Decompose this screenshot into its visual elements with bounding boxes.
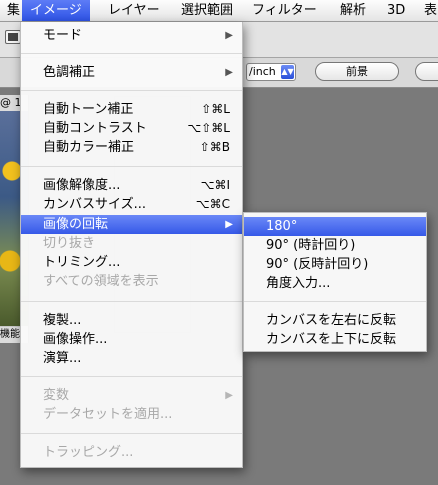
- submenu-item-label: 角度入力...: [266, 276, 331, 291]
- menu-edit[interactable]: 集: [0, 0, 22, 21]
- menu-item-trap: トラッピング...: [21, 443, 242, 462]
- menu-item-image-size[interactable]: 画像解像度... ⌥⌘I: [21, 176, 242, 195]
- rotate-submenu: 180° 90° (時計回り) 90° (反時計回り) 角度入力... カンバス…: [243, 212, 427, 352]
- menu-item-label: 複製...: [43, 313, 82, 328]
- menu-item-apply-data-set: データセットを適用...: [21, 405, 242, 424]
- menu-item-label: 自動カラー補正: [43, 140, 135, 155]
- menu-image[interactable]: イメージ: [22, 0, 90, 21]
- menu-item-label: 画像の回転: [43, 217, 109, 232]
- menu-item-apply-image[interactable]: 画像操作...: [21, 330, 242, 349]
- menu-item-label: 画像操作...: [43, 332, 108, 347]
- menu-item-label: 自動コントラスト: [43, 121, 147, 136]
- menu-item-label: 色調補正: [43, 65, 96, 80]
- resolution-unit-select[interactable]: /inch ▲▼: [246, 63, 296, 81]
- menu-filter[interactable]: フィルター: [248, 0, 321, 21]
- submenu-item-90-cw[interactable]: 90° (時計回り): [244, 236, 426, 255]
- menu-separator: [21, 53, 242, 54]
- menu-item-shortcut: ⇧⌘L: [201, 102, 230, 116]
- menu-item-mode[interactable]: モード ▶: [21, 26, 242, 45]
- menu-item-label: トリミング...: [43, 255, 121, 270]
- menu-separator: [21, 433, 242, 434]
- menu-item-label: モード: [43, 28, 83, 43]
- submenu-item-arbitrary[interactable]: 角度入力...: [244, 274, 426, 293]
- submenu-arrow-icon: ▶: [225, 219, 233, 230]
- tool-preset-button[interactable]: [5, 30, 21, 44]
- menu-item-duplicate[interactable]: 複製...: [21, 311, 242, 330]
- front-image-button[interactable]: 前景: [315, 62, 399, 81]
- menu-view[interactable]: 表: [420, 0, 438, 21]
- menu-item-auto-color[interactable]: 自動カラー補正 ⇧⌘B: [21, 138, 242, 157]
- submenu-item-180[interactable]: 180°: [244, 217, 426, 236]
- menu-item-label: 自動トーン補正: [43, 102, 134, 117]
- menu-item-label: カンバスサイズ...: [43, 197, 147, 212]
- submenu-item-label: カンバスを左右に反転: [266, 313, 397, 328]
- menu-item-label: すべての領域を表示: [43, 274, 159, 289]
- menu-item-trim[interactable]: トリミング...: [21, 253, 242, 272]
- menu-item-calculations[interactable]: 演算...: [21, 349, 242, 368]
- menu-item-label: トラッピング...: [43, 445, 134, 460]
- resolution-unit-value: /inch: [249, 65, 276, 78]
- menu-item-label: 変数: [43, 388, 70, 403]
- image-menu: モード ▶ 色調補正 ▶ 自動トーン補正 ⇧⌘L 自動コントラスト ⌥⇧⌘L 自…: [20, 22, 243, 468]
- menu-select[interactable]: 選択範囲: [177, 0, 237, 21]
- menu-item-label: 演算...: [43, 351, 82, 366]
- submenu-item-label: 90° (反時計回り): [266, 257, 369, 272]
- menu-analysis[interactable]: 解析: [336, 0, 370, 21]
- menu-separator: [244, 301, 426, 302]
- submenu-item-flip-horizontal[interactable]: カンバスを左右に反転: [244, 311, 426, 330]
- menu-item-shortcut: ⌥⌘C: [195, 197, 230, 211]
- menu-item-label: データセットを適用...: [43, 407, 173, 422]
- menu-item-canvas-size[interactable]: カンバスサイズ... ⌥⌘C: [21, 195, 242, 214]
- submenu-arrow-icon: ▶: [225, 30, 233, 41]
- submenu-arrow-icon: ▶: [225, 67, 233, 78]
- menu-item-shortcut: ⌥⌘I: [200, 178, 230, 192]
- submenu-arrow-icon: ▶: [225, 390, 233, 401]
- submenu-item-label: 90° (時計回り): [266, 238, 356, 253]
- submenu-item-90-ccw[interactable]: 90° (反時計回り): [244, 255, 426, 274]
- menu-item-reveal-all: すべての領域を表示: [21, 272, 242, 291]
- menu-item-auto-tone[interactable]: 自動トーン補正 ⇧⌘L: [21, 100, 242, 119]
- menu-item-label: 画像解像度...: [43, 178, 121, 193]
- menu-item-image-rotation[interactable]: 画像の回転 ▶: [21, 215, 242, 234]
- menu-item-label: 切り抜き: [43, 236, 96, 251]
- menu-item-shortcut: ⇧⌘B: [199, 140, 230, 154]
- submenu-item-label: 180°: [266, 219, 298, 234]
- menu-separator: [21, 166, 242, 167]
- submenu-item-label: カンバスを上下に反転: [266, 332, 397, 347]
- menu-layer[interactable]: レイヤー: [104, 0, 164, 21]
- menu-item-shortcut: ⌥⇧⌘L: [187, 121, 230, 135]
- menu-item-adjustments[interactable]: 色調補正 ▶: [21, 63, 242, 82]
- menubar: 集 イメージ レイヤー 選択範囲 フィルター 解析 3D 表: [0, 0, 438, 22]
- menu-separator: [21, 301, 242, 302]
- clear-button[interactable]: [415, 62, 438, 81]
- menu-separator: [21, 90, 242, 91]
- select-arrow-icon: ▲▼: [281, 65, 294, 79]
- menu-item-auto-contrast[interactable]: 自動コントラスト ⌥⇧⌘L: [21, 119, 242, 138]
- menu-item-crop: 切り抜き: [21, 234, 242, 253]
- submenu-item-flip-vertical[interactable]: カンバスを上下に反転: [244, 330, 426, 349]
- menu-separator: [21, 376, 242, 377]
- menu-3d[interactable]: 3D: [383, 0, 409, 21]
- menu-item-variables: 変数 ▶: [21, 386, 242, 405]
